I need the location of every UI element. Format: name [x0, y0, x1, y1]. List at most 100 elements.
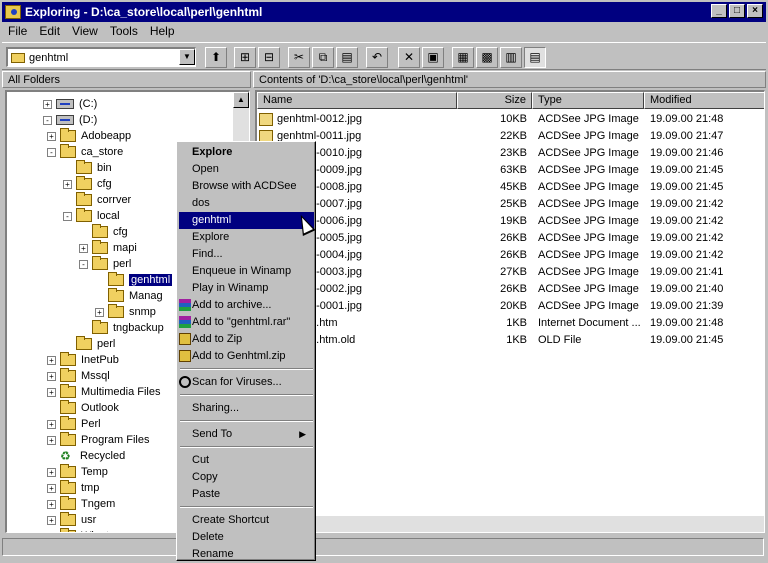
expand-icon[interactable]: + [95, 307, 104, 317]
collapse-icon[interactable]: - [47, 147, 56, 157]
tree-item[interactable]: + Program Files [47, 432, 149, 448]
file-row[interactable]: genhtml-0002.jpg 26KB ACDSee JPG Image 19.0… [257, 281, 764, 298]
file-row[interactable]: genhtml-0007.jpg 25KB ACDSee JPG Image 19.0… [257, 196, 764, 213]
tree-item[interactable]: + cfg [63, 176, 112, 192]
tree-item[interactable]: perl [63, 336, 115, 352]
tree-item[interactable]: + Temp [47, 464, 108, 480]
context-menu-item[interactable]: Find... [179, 246, 314, 263]
paste-button[interactable]: ▤ [336, 47, 358, 68]
list-view-button[interactable]: ▥ [500, 47, 522, 68]
cut-button[interactable]: ✂ [288, 47, 310, 68]
tree-item[interactable]: - (D:) [43, 112, 97, 128]
tree-item[interactable]: ♻ Recycled [47, 448, 125, 464]
file-row[interactable]: genhtml.htm1KBInternet Document ...19.09… [257, 315, 764, 332]
tree-item[interactable]: corrver [63, 192, 131, 208]
tree-item[interactable]: + Mssql [47, 368, 110, 384]
context-menu-item[interactable]: Scan for Viruses... [179, 374, 314, 391]
disconnect-drive-button[interactable]: ⊟ [258, 47, 280, 68]
file-row[interactable]: genhtml-0003.jpg 27KB ACDSee JPG Image 19.0… [257, 264, 764, 281]
minimize-button[interactable]: _ [711, 4, 727, 18]
scroll-up-icon[interactable]: ▲ [233, 92, 249, 108]
delete-button[interactable]: ✕ [398, 47, 420, 68]
context-menu-item[interactable]: Send To ▶ [179, 426, 314, 443]
tree-item[interactable]: + Perl [47, 416, 101, 432]
collapse-icon[interactable]: - [43, 115, 52, 125]
details-view-button[interactable]: ▤ [524, 47, 546, 68]
context-menu-item[interactable]: Sharing... [179, 400, 314, 417]
maximize-button[interactable]: □ [729, 4, 745, 18]
tree-item[interactable]: + tmp [47, 480, 99, 496]
expand-icon[interactable]: + [47, 531, 56, 532]
tree-item[interactable]: + InetPub [47, 352, 119, 368]
file-row[interactable]: genhtml-0009.jpg 63KB ACDSee JPG Image 19.0… [257, 162, 764, 179]
undo-button[interactable]: ↶ [366, 47, 388, 68]
expand-icon[interactable]: + [47, 371, 56, 381]
tree-item[interactable]: + Winnt [47, 528, 109, 532]
column-modified[interactable]: Modified [644, 92, 764, 109]
context-menu-item[interactable]: Copy [179, 469, 314, 486]
context-menu-item[interactable]: Rename [179, 546, 314, 563]
tree-item[interactable]: + snmp [95, 304, 156, 320]
expand-icon[interactable]: + [47, 435, 56, 445]
properties-button[interactable]: ▣ [422, 47, 444, 68]
file-row[interactable]: genhtml-0005.jpg 26KB ACDSee JPG Image 19.0… [257, 230, 764, 247]
expand-icon[interactable]: + [47, 499, 56, 509]
menu-file[interactable]: File [2, 23, 33, 41]
context-menu-item[interactable]: Play in Winamp [179, 280, 314, 297]
close-button[interactable]: × [747, 4, 763, 18]
expand-icon[interactable]: + [43, 99, 52, 109]
tree-item[interactable]: + Adobeapp [47, 128, 131, 144]
expand-icon[interactable]: + [47, 483, 56, 493]
context-menu-item[interactable]: Add to "genhtml.rar" [179, 314, 314, 331]
context-menu-item[interactable]: Add to Zip [179, 331, 314, 348]
menu-view[interactable]: View [66, 23, 104, 41]
map-drive-button[interactable]: ⊞ [234, 47, 256, 68]
collapse-icon[interactable]: - [79, 259, 88, 269]
expand-icon[interactable]: + [47, 419, 56, 429]
collapse-icon[interactable]: - [63, 211, 72, 221]
context-menu-item[interactable]: Delete [179, 529, 314, 546]
context-menu-item[interactable]: Browse with ACDSee [179, 178, 314, 195]
tree-item[interactable]: cfg [79, 224, 128, 240]
expand-icon[interactable]: + [47, 131, 56, 141]
context-menu-item[interactable]: dos [179, 195, 314, 212]
context-menu-item[interactable]: Add to archive... [179, 297, 314, 314]
tree-item[interactable]: + mapi [79, 240, 137, 256]
column-size[interactable]: Size [457, 92, 532, 109]
context-menu-item[interactable]: Explore [179, 229, 314, 246]
list-horizontal-scrollbar[interactable] [257, 516, 764, 532]
expand-icon[interactable]: + [47, 515, 56, 525]
tree-item[interactable]: genhtml [95, 272, 173, 288]
tree-item[interactable]: tngbackup [79, 320, 164, 336]
context-menu-item[interactable]: Cut [179, 452, 314, 469]
file-row[interactable]: genhtml.htm.old 1KB OLD File 19.09.00 21:45 [257, 332, 764, 349]
menu-help[interactable]: Help [144, 23, 181, 41]
tree-item[interactable]: + usr [47, 512, 96, 528]
file-row[interactable]: genhtml-0012.jpg 10KB ACDSee JPG Image 19.0… [257, 111, 764, 128]
context-menu-item[interactable]: Create Shortcut [179, 512, 314, 529]
tree-item[interactable]: - ca_store [47, 144, 123, 160]
tree-item[interactable]: Outlook [47, 400, 119, 416]
file-row[interactable]: genhtml-0008.jpg 45KB ACDSee JPG Image 19.0… [257, 179, 764, 196]
expand-icon[interactable]: + [47, 355, 56, 365]
column-name[interactable]: Name [257, 92, 457, 109]
address-combo[interactable]: genhtml ▼ [6, 47, 196, 67]
menu-edit[interactable]: Edit [33, 23, 66, 41]
expand-icon[interactable]: + [47, 387, 56, 397]
tree-item[interactable]: + (C:) [43, 96, 97, 112]
tree-item[interactable]: - local [63, 208, 120, 224]
small-icons-button[interactable]: ▩ [476, 47, 498, 68]
copy-button[interactable]: ⧉ [312, 47, 334, 68]
context-menu-item[interactable]: Add to Genhtml.zip [179, 348, 314, 365]
column-type[interactable]: Type [532, 92, 644, 109]
tree-item[interactable]: bin [63, 160, 112, 176]
file-row[interactable]: genhtml-0011.jpg 22KB ACDSee JPG Image 19.0… [257, 128, 764, 145]
file-row[interactable]: genhtml-0001.jpg 20KB ACDSee JPG Image 19.0… [257, 298, 764, 315]
expand-icon[interactable]: + [63, 179, 72, 189]
tree-item[interactable]: + Multimedia Files [47, 384, 160, 400]
file-row[interactable]: genhtml-0004.jpg 26KB ACDSee JPG Image 19.0… [257, 247, 764, 264]
context-menu-item[interactable]: Enqueue in Winamp [179, 263, 314, 280]
file-row[interactable]: genhtml-0006.jpg 19KB ACDSee JPG Image 19.0… [257, 213, 764, 230]
expand-icon[interactable]: + [79, 243, 88, 253]
expand-icon[interactable]: + [47, 467, 56, 477]
